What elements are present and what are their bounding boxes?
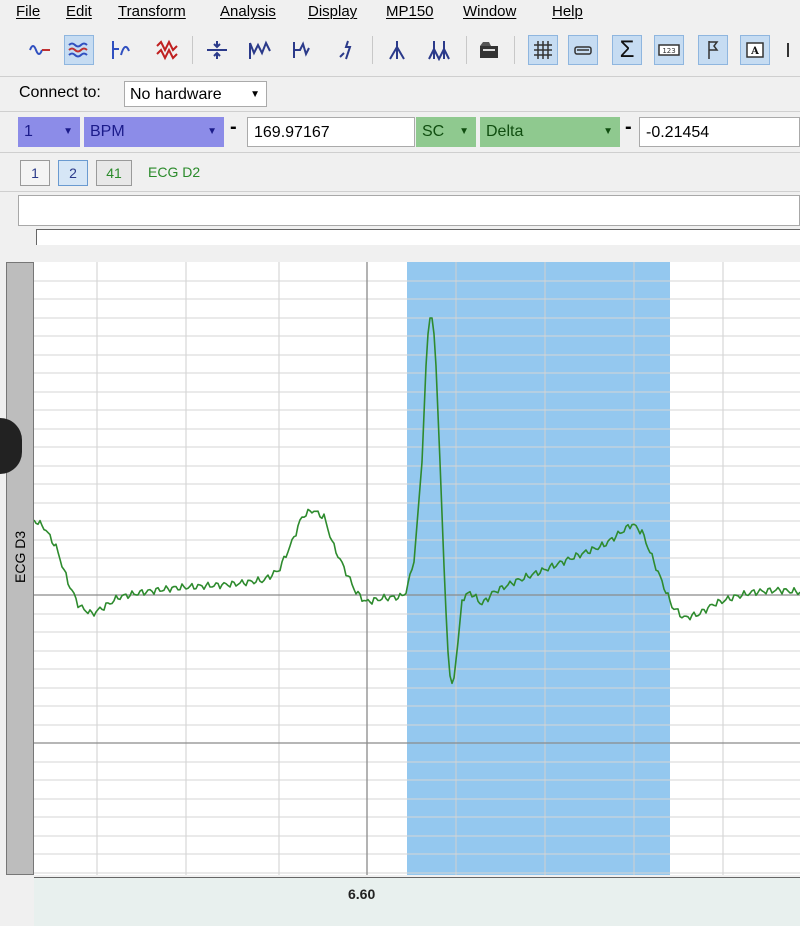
measurement1-type: BPM: [90, 123, 125, 140]
waveform-svg: [33, 262, 800, 875]
toolbar-separator: [372, 36, 373, 64]
peak-detect-icon[interactable]: [382, 35, 412, 65]
channel-row: 1 2 41 ECG D2: [0, 153, 800, 192]
menu-display[interactable]: Display: [308, 3, 357, 20]
chevron-down-icon: ▼: [207, 126, 217, 137]
toolbar-separator: [466, 36, 467, 64]
chart-icon[interactable]: [568, 35, 598, 65]
equals-dash: -: [230, 116, 237, 138]
menu-edit[interactable]: Edit: [66, 3, 92, 20]
measurement2-value-text: -0.21454: [646, 124, 710, 141]
multi-peak-icon[interactable]: [424, 35, 454, 65]
autoscale-horizontal-icon[interactable]: [202, 35, 232, 65]
waveform-plot[interactable]: [33, 262, 800, 875]
xy-plot-icon[interactable]: [106, 35, 136, 65]
time-tick-label: 6.60: [348, 886, 376, 902]
toolbar-separator: [192, 36, 193, 64]
red-waveforms-icon[interactable]: [152, 35, 182, 65]
channel-button-2[interactable]: 2: [58, 160, 88, 186]
toolbar-separator: [514, 36, 515, 64]
toolbar: Σ 123 A: [0, 26, 800, 77]
cursor-adjust-icon[interactable]: [332, 35, 362, 65]
menu-transform[interactable]: Transform: [118, 3, 186, 20]
menu-mp150[interactable]: MP150: [386, 3, 434, 20]
label-icon[interactable]: A: [740, 35, 770, 65]
open-folder-icon[interactable]: [474, 35, 504, 65]
channel-strip[interactable]: ECG D3: [6, 262, 34, 875]
menu-file[interactable]: File: [16, 3, 40, 20]
menu-bar: File Edit Transform Analysis Display MP1…: [0, 0, 800, 26]
measurement1-channel: 1: [24, 123, 33, 140]
selection-region[interactable]: [407, 262, 670, 875]
measurement2-type: Delta: [486, 123, 524, 140]
measurement1-value-text: 169.97167: [254, 124, 330, 141]
equals-dash: -: [625, 116, 632, 138]
selected-channel-label: ECG D2: [148, 164, 201, 180]
svg-text:A: A: [750, 46, 759, 57]
digital-display-icon[interactable]: 123: [654, 35, 684, 65]
autoscale-vertical-icon[interactable]: [246, 35, 276, 65]
menu-window[interactable]: Window: [463, 3, 516, 20]
channel-strip-label: ECG D3: [12, 530, 28, 583]
waveform-arrange-icon[interactable]: [26, 35, 56, 65]
svg-text:123: 123: [662, 47, 675, 55]
journal-field[interactable]: [18, 195, 800, 226]
chevron-down-icon: ▼: [250, 89, 260, 100]
measurement-row: 1 ▼ BPM ▼ - 169.97167 SC ▼ Delta ▼ - -0.…: [0, 112, 800, 153]
channel-button-41[interactable]: 41: [96, 160, 132, 186]
overflow-icon[interactable]: [780, 35, 800, 65]
overlap-waveforms-icon[interactable]: [64, 35, 94, 65]
marker-flag-icon[interactable]: [698, 35, 728, 65]
measurement1-channel-select[interactable]: 1 ▼: [18, 117, 80, 147]
connect-row: Connect to: No hardware ▼: [0, 77, 800, 112]
zoom-icon[interactable]: [288, 35, 318, 65]
measurement2-channel-select[interactable]: SC ▼: [416, 117, 476, 147]
channel-button-1[interactable]: 1: [20, 160, 50, 186]
sigma-icon[interactable]: Σ: [612, 35, 642, 65]
measurement2-channel: SC: [422, 123, 445, 140]
hardware-select-value: No hardware: [130, 86, 222, 103]
grid-icon[interactable]: [528, 35, 558, 65]
chevron-down-icon: ▼: [603, 126, 613, 137]
connect-label: Connect to:: [19, 84, 101, 101]
measurement1-value: 169.97167: [247, 117, 415, 147]
menu-help[interactable]: Help: [552, 3, 583, 20]
scroll-header: [36, 229, 800, 245]
hardware-select[interactable]: No hardware ▼: [124, 81, 267, 107]
measurement1-type-select[interactable]: BPM ▼: [84, 117, 224, 147]
measurement2-type-select[interactable]: Delta ▼: [480, 117, 620, 147]
menu-analysis[interactable]: Analysis: [220, 3, 276, 20]
time-axis[interactable]: 6.60: [34, 877, 800, 926]
measurement2-value: -0.21454: [639, 117, 800, 147]
chevron-down-icon: ▼: [459, 126, 469, 137]
chevron-down-icon: ▼: [63, 126, 73, 137]
